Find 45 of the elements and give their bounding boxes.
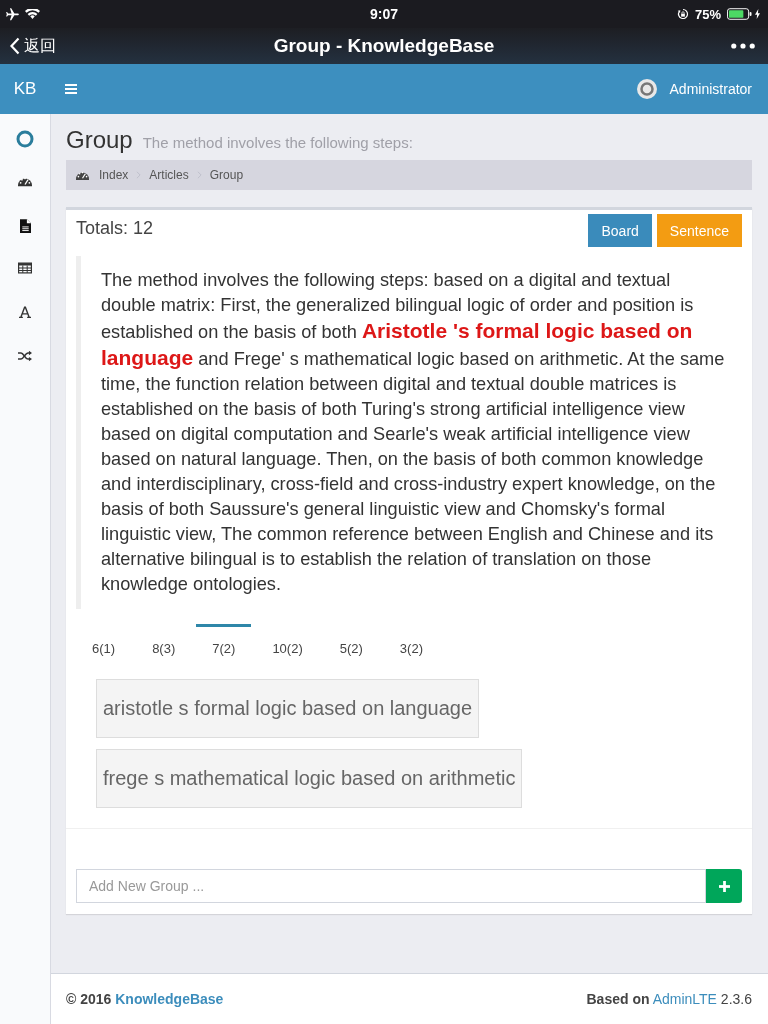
table-icon[interactable] bbox=[18, 262, 32, 274]
charging-bolt-icon bbox=[755, 9, 760, 19]
credit-text: Based on AdminLTE 2.3.6 bbox=[586, 991, 752, 1007]
group-tab[interactable]: 6(1) bbox=[76, 624, 132, 670]
group-item[interactable]: frege s mathematical logic based on arithmetic bbox=[96, 749, 523, 808]
action-button[interactable]: Board bbox=[588, 214, 652, 247]
group-tab[interactable]: 8(3) bbox=[136, 624, 192, 670]
user-name[interactable]: Administrator bbox=[669, 81, 752, 97]
copyright-text: © 2016 KnowledgeBase bbox=[66, 991, 224, 1007]
rotation-lock-icon bbox=[676, 8, 689, 20]
totals-count: Totals: 12 bbox=[76, 218, 154, 239]
document-icon[interactable] bbox=[19, 219, 31, 233]
dashboard-icon[interactable] bbox=[18, 175, 32, 187]
dashboard-icon bbox=[76, 170, 89, 180]
battery-percentage: 75% bbox=[694, 6, 721, 22]
add-button[interactable] bbox=[706, 869, 742, 903]
user-avatar-icon[interactable] bbox=[636, 79, 657, 99]
back-button[interactable]: 返回 bbox=[10, 35, 56, 57]
quote-paragraph: The method involves the following steps: based on a digital and textual double matrix: First, the generalized bilingual logic of order and position is established on the basis of both Aristotle 's formal logic based on language and Frege' s mathematical logic based on arithmetic. At the same time, the function relation between digital and textual double matrices is established on the basis of both Turing's strong artificial intelligence view based on digital computation and Searle's weak artificial intelligence view based on natural language. Then, on the basis of both common knowledge and interdisciplinary, cross-field and cross-industry expert knowledge, on the basis of both Saussure's general linguistic view and Chomsky's formal linguistic view, The common reference between English and Chinese and its alternative bilingual is to establish the relation of translation on those knowledge ontologies. bbox=[101, 269, 725, 596]
status-time: 9:07 bbox=[370, 6, 398, 22]
footer-link[interactable]: AdminLTE bbox=[652, 991, 717, 1007]
group-item[interactable]: aristotle s formal logic based on language bbox=[96, 679, 480, 738]
more-icon[interactable] bbox=[731, 43, 755, 49]
breadcrumb-item: Group bbox=[209, 168, 244, 182]
group-tab[interactable]: 5(2) bbox=[323, 624, 379, 670]
chevron-left-icon bbox=[10, 37, 20, 55]
group-tab[interactable]: 3(2) bbox=[383, 624, 439, 670]
add-group-input[interactable]: Add New Group ... bbox=[76, 869, 706, 903]
footer-link[interactable]: KnowledgeBase bbox=[115, 991, 224, 1007]
group-tab[interactable]: 10(2) bbox=[256, 624, 319, 670]
airplane-icon bbox=[6, 7, 19, 21]
page-heading: Group bbox=[66, 126, 133, 154]
page-subtitle: The method involves the following steps: bbox=[142, 134, 413, 151]
group-tab[interactable]: 7(2) bbox=[196, 624, 252, 670]
ring-icon[interactable] bbox=[15, 129, 35, 149]
font-icon[interactable] bbox=[18, 306, 32, 318]
wifi-icon bbox=[25, 9, 40, 19]
battery-icon bbox=[727, 8, 752, 20]
page-title: Group - KnowledgeBase bbox=[273, 35, 495, 57]
breadcrumb-item[interactable]: Index bbox=[99, 168, 129, 182]
menu-icon[interactable] bbox=[65, 84, 77, 94]
breadcrumb-item[interactable]: Articles bbox=[149, 168, 189, 182]
logo[interactable]: KB bbox=[0, 79, 50, 99]
shuffle-icon[interactable] bbox=[18, 350, 32, 362]
plus-icon bbox=[718, 880, 730, 892]
